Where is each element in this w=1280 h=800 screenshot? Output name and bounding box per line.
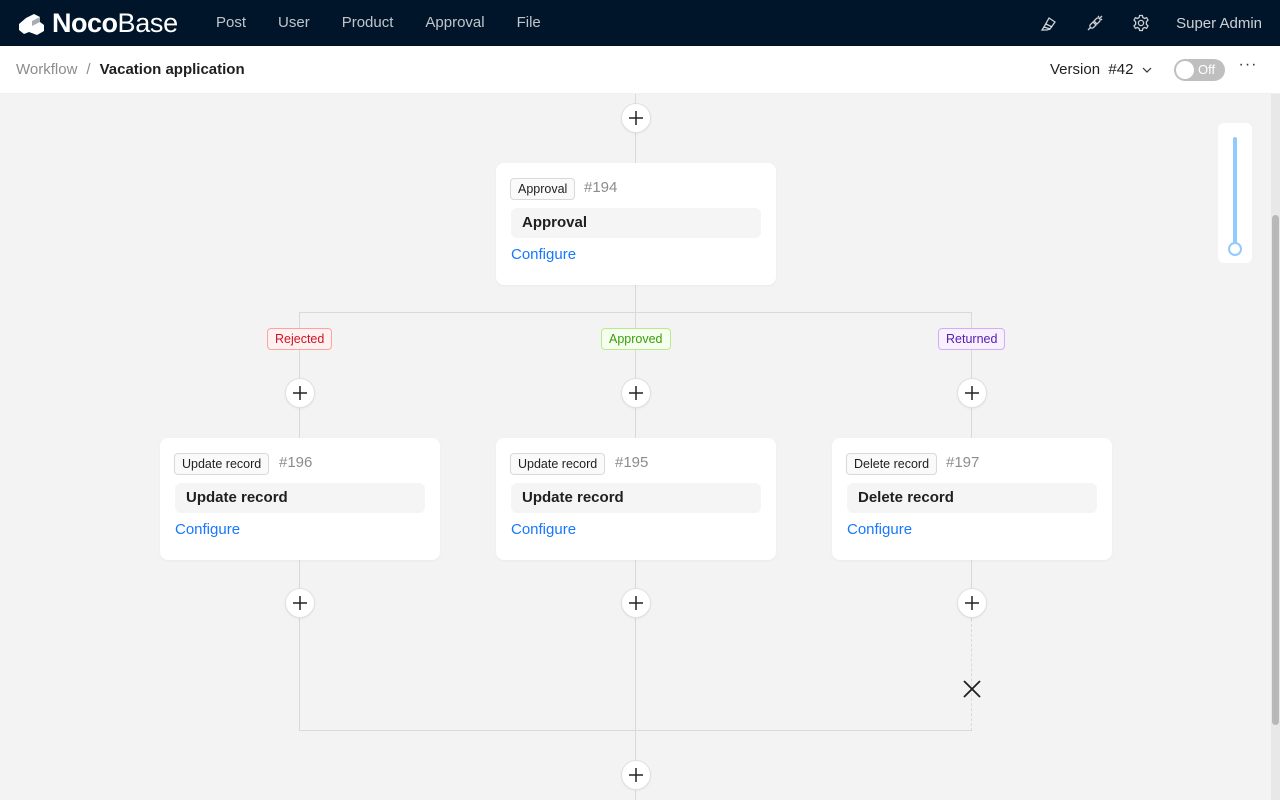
- version-value: #42: [1108, 61, 1134, 78]
- configure-link[interactable]: Configure: [847, 521, 912, 538]
- vertical-scrollbar[interactable]: [1271, 94, 1280, 800]
- logo-text-bold: Noco: [52, 7, 118, 38]
- breadcrumb: Workflow / Vacation application: [16, 61, 245, 78]
- chevron-down-icon: [1142, 67, 1152, 73]
- menu-item-product[interactable]: Product: [326, 0, 410, 46]
- menu-item-file[interactable]: File: [501, 0, 557, 46]
- ui-editor-button[interactable]: [1026, 0, 1072, 46]
- node-id: #196: [279, 454, 313, 471]
- plus-icon: [629, 596, 643, 610]
- branch-label-returned: Returned: [938, 328, 1006, 350]
- plugin-manager-button[interactable]: [1072, 0, 1118, 46]
- node-id: #195: [615, 454, 649, 471]
- breadcrumb-separator: /: [86, 61, 91, 78]
- configure-link[interactable]: Configure: [511, 521, 576, 538]
- breadcrumb-workflow-link[interactable]: Workflow: [16, 61, 77, 78]
- zoom-slider-track[interactable]: [1233, 137, 1237, 247]
- settings-button[interactable]: [1118, 0, 1164, 46]
- scrollbar-thumb[interactable]: [1272, 215, 1279, 725]
- connector-line: [299, 559, 300, 731]
- menu-item-user[interactable]: User: [262, 0, 326, 46]
- menu-item-post[interactable]: Post: [200, 0, 262, 46]
- plus-icon: [965, 386, 979, 400]
- plus-icon: [629, 768, 643, 782]
- user-menu[interactable]: Super Admin: [1164, 15, 1280, 32]
- top-navigation-bar: Noco Base Post User Product Approval Fil…: [0, 0, 1280, 46]
- node-id: #194: [584, 179, 618, 196]
- main-menu: Post User Product Approval File: [200, 0, 557, 46]
- zoom-slider-handle[interactable]: [1228, 242, 1242, 256]
- nocobase-logo[interactable]: Noco Base: [16, 7, 179, 38]
- node-id: #197: [946, 454, 980, 471]
- node-type-tag: Approval: [510, 178, 576, 200]
- menu-item-approval[interactable]: Approval: [409, 0, 500, 46]
- branch-label-approved: Approved: [601, 328, 671, 350]
- logo-text-light: Base: [117, 7, 179, 38]
- workflow-canvas: Approval #194 Approval Configure Rejecte…: [0, 94, 1280, 800]
- node-title-input[interactable]: Delete record: [847, 483, 1097, 513]
- more-actions-button[interactable]: ···: [1238, 57, 1258, 78]
- workflow-node-update-record-approved[interactable]: Update record #195 Update record Configu…: [496, 438, 776, 560]
- add-node-button[interactable]: [957, 378, 987, 408]
- branch-merge-line: [299, 730, 972, 731]
- node-type-tag: Delete record: [846, 453, 938, 475]
- configure-link[interactable]: Configure: [175, 521, 240, 538]
- zoom-slider-panel: [1218, 123, 1252, 263]
- page-header: Workflow / Vacation application Version …: [0, 46, 1280, 94]
- page-title: Vacation application: [99, 61, 245, 78]
- node-title-input[interactable]: Update record: [511, 483, 761, 513]
- node-title-input[interactable]: Approval: [511, 208, 761, 238]
- settings-gear-icon: [1133, 14, 1149, 32]
- workflow-enable-toggle[interactable]: Off: [1174, 59, 1225, 81]
- workflow-node-approval[interactable]: Approval #194 Approval Configure: [496, 163, 776, 285]
- add-node-button[interactable]: [621, 103, 651, 133]
- plus-icon: [965, 596, 979, 610]
- connector-line: [635, 284, 636, 313]
- toggle-label: Off: [1198, 62, 1216, 77]
- version-dropdown[interactable]: Version #42: [1050, 61, 1153, 78]
- add-node-button[interactable]: [285, 588, 315, 618]
- logo-cube-icon: [19, 14, 44, 35]
- plugin-icon: [1087, 15, 1103, 31]
- workflow-node-update-record-rejected[interactable]: Update record #196 Update record Configu…: [160, 438, 440, 560]
- branch-label-rejected: Rejected: [267, 328, 333, 350]
- configure-link[interactable]: Configure: [511, 246, 576, 263]
- add-node-button[interactable]: [621, 588, 651, 618]
- node-type-tag: Update record: [174, 453, 270, 475]
- top-right-actions: Super Admin: [1026, 0, 1280, 46]
- workflow-node-delete-record-returned[interactable]: Delete record #197 Delete record Configu…: [832, 438, 1112, 560]
- plus-icon: [629, 111, 643, 125]
- toggle-knob: [1176, 61, 1194, 79]
- add-node-button[interactable]: [621, 760, 651, 790]
- add-node-button[interactable]: [285, 378, 315, 408]
- highlighter-icon: [1040, 17, 1057, 31]
- plus-icon: [629, 386, 643, 400]
- branch-end-close-icon: [963, 680, 981, 698]
- plus-icon: [293, 386, 307, 400]
- version-label: Version: [1050, 61, 1101, 78]
- node-title-input[interactable]: Update record: [175, 483, 425, 513]
- add-node-button[interactable]: [621, 378, 651, 408]
- plus-icon: [293, 596, 307, 610]
- node-type-tag: Update record: [510, 453, 606, 475]
- dashed-connector-line: [971, 619, 972, 731]
- add-node-button[interactable]: [957, 588, 987, 618]
